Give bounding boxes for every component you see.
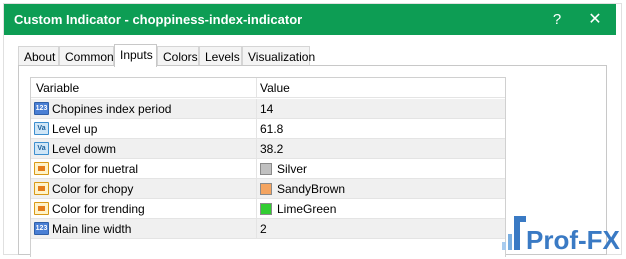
title-bar[interactable]: Custom Indicator - choppiness-index-indi… (4, 4, 616, 35)
help-button[interactable]: ? (542, 8, 572, 31)
table-row[interactable]: Color for nuetral Silver (31, 159, 505, 179)
row-variable: Color for trending (52, 202, 145, 216)
row-variable: Level up (52, 122, 98, 136)
column-header-variable[interactable]: Variable (31, 78, 257, 98)
row-value[interactable]: Silver (257, 159, 505, 179)
close-button[interactable]: ✕ (580, 8, 610, 31)
tab-visualization[interactable]: Visualization (242, 46, 315, 66)
inputs-table: Variable Value 123 Chopines index period… (30, 77, 506, 257)
integer-icon: 123 (34, 102, 49, 115)
color-name: Silver (277, 162, 308, 176)
color-icon (34, 202, 49, 215)
table-row[interactable]: Va Level up 61.8 (31, 119, 505, 139)
color-icon (34, 162, 49, 175)
column-header-value[interactable]: Value (257, 78, 505, 98)
row-variable: Color for chopy (52, 182, 134, 196)
row-value[interactable]: 14 (257, 99, 505, 119)
double-icon: Va (34, 122, 49, 135)
row-value[interactable]: 2 (257, 219, 505, 239)
row-value[interactable]: SandyBrown (257, 179, 505, 199)
tab-common[interactable]: Common (59, 46, 114, 66)
table-row[interactable]: 123 Chopines index period 14 (31, 99, 505, 119)
double-icon: Va (34, 142, 49, 155)
window-title: Custom Indicator - choppiness-index-indi… (14, 12, 303, 27)
table-row[interactable]: Color for trending LimeGreen (31, 199, 505, 219)
row-variable: Main line width (52, 222, 132, 236)
row-variable: Level dowm (52, 142, 117, 156)
color-swatch (260, 183, 272, 195)
tab-about[interactable]: About (18, 46, 59, 66)
row-value[interactable]: 38.2 (257, 139, 505, 159)
tab-colors[interactable]: Colors (157, 46, 199, 66)
color-swatch (260, 203, 272, 215)
row-variable: Color for nuetral (52, 162, 139, 176)
color-name: SandyBrown (277, 182, 346, 196)
table-row[interactable]: 123 Main line width 2 (31, 219, 505, 239)
tab-levels[interactable]: Levels (199, 46, 242, 66)
row-value[interactable]: 61.8 (257, 119, 505, 139)
color-icon (34, 182, 49, 195)
table-row[interactable]: Color for chopy SandyBrown (31, 179, 505, 199)
color-swatch (260, 163, 272, 175)
integer-icon: 123 (34, 222, 49, 235)
row-variable: Chopines index period (52, 102, 172, 116)
tab-inputs[interactable]: Inputs (114, 44, 157, 67)
color-name: LimeGreen (277, 202, 337, 216)
watermark-text: Prof-FX (526, 225, 620, 255)
table-header: Variable Value (31, 78, 505, 99)
row-value[interactable]: LimeGreen (257, 199, 505, 219)
table-row[interactable]: Va Level dowm 38.2 (31, 139, 505, 159)
